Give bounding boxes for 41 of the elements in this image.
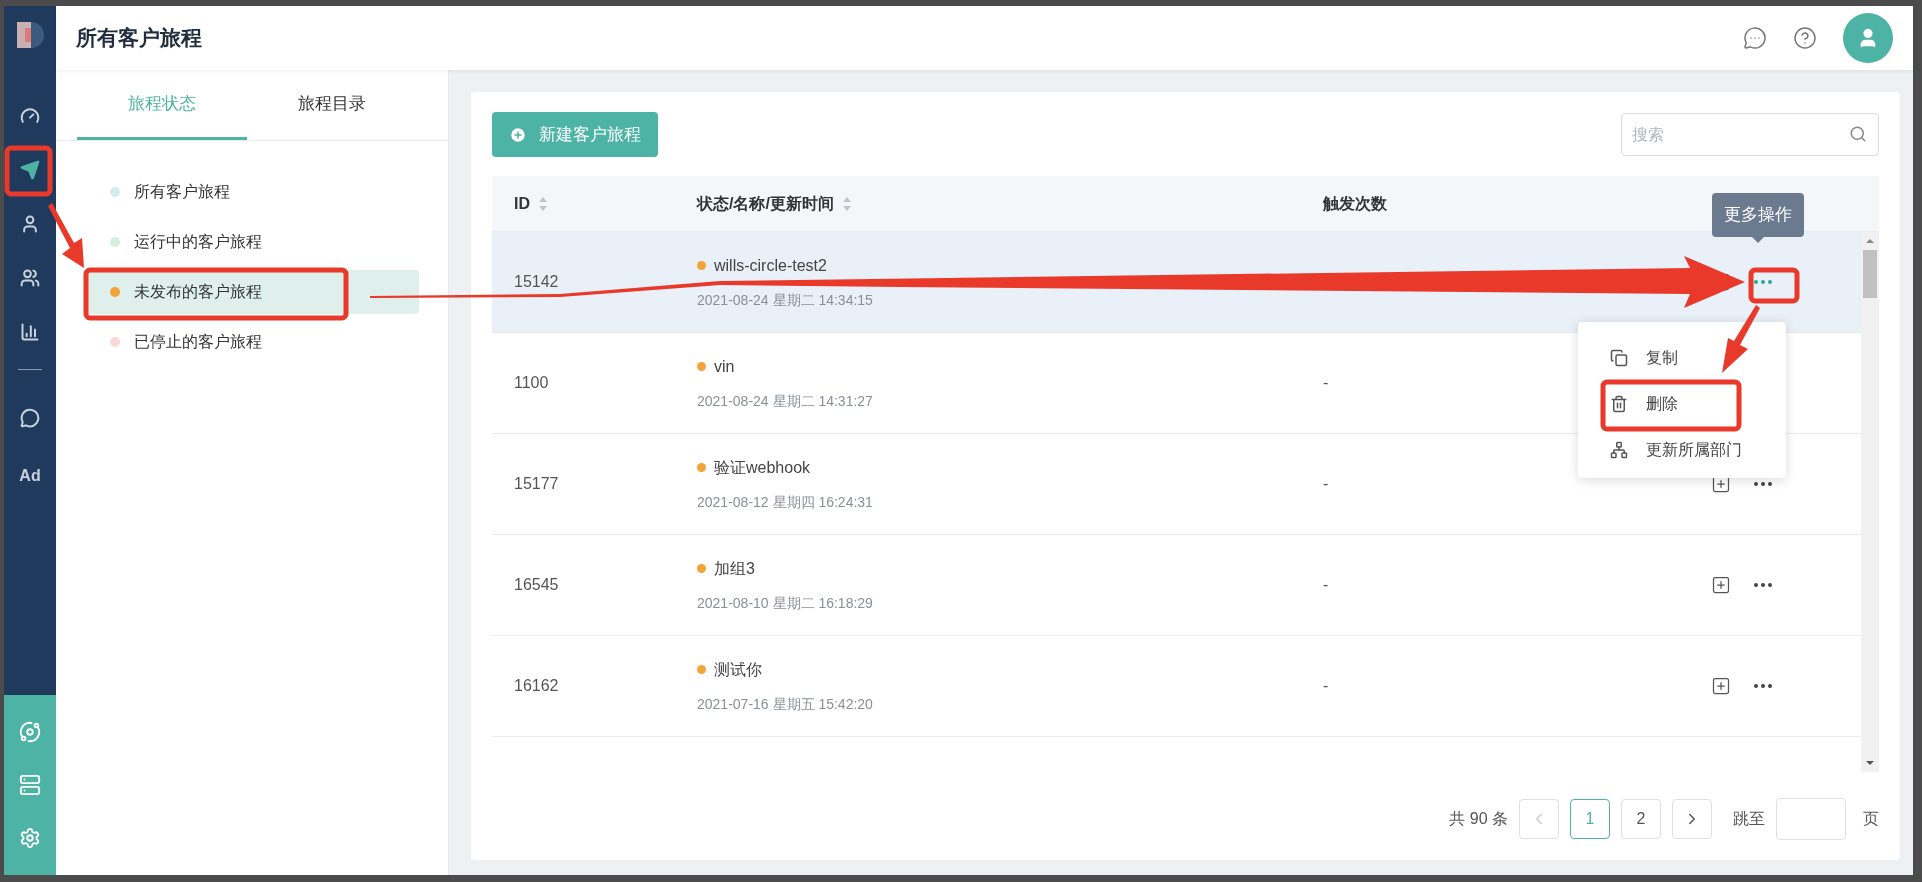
page-suffix: 页 <box>1863 809 1879 829</box>
tooltip: 更多操作 <box>1712 193 1804 237</box>
trigger-count: - <box>1323 374 1329 391</box>
id-cell-text: 15142 <box>513 272 560 292</box>
filter-label: 未发布的客户旅程 <box>134 282 262 302</box>
trigger-count: - <box>1323 677 1329 694</box>
updated-time: 2021-08-24 星期二 14:34:15 <box>697 290 874 310</box>
journey-name: wills-circle-test2 <box>714 255 827 276</box>
updated-time: 2021-07-16 星期五 15:42:20 <box>697 694 874 714</box>
jump-label: 跳至 <box>1733 809 1765 829</box>
total-count: 共 90 条 <box>1449 809 1508 829</box>
column-header: 触发次数 <box>1323 193 1387 214</box>
menu-item[interactable]: 复制 <box>1610 340 1678 376</box>
filter-item[interactable]: 已停止的客户旅程 <box>84 320 419 364</box>
id-cell-text: 15177 <box>513 474 560 494</box>
updated-time: 2021-08-10 星期二 16:18:29 <box>697 593 874 613</box>
nav-item[interactable]: Ad <box>12 458 48 494</box>
updated-time: 2021-08-12 星期四 16:24:31 <box>697 492 874 512</box>
trigger-count: - <box>1323 576 1329 593</box>
journey-name: 测试你 <box>714 659 762 680</box>
tab[interactable]: 旅程目录 <box>247 70 417 140</box>
filter-label: 所有客户旅程 <box>134 182 230 202</box>
id-cell-text: 16162 <box>513 676 560 696</box>
journey-name: 验证webhook <box>714 457 811 478</box>
journey-name: 加组3 <box>714 558 755 579</box>
column-header: 状态/名称/更新时间 <box>697 193 834 214</box>
filter-label: 已停止的客户旅程 <box>134 332 262 352</box>
id-cell-text: 16545 <box>513 575 560 595</box>
filter-label: 运行中的客户旅程 <box>134 232 262 252</box>
journey-name: vin <box>714 356 735 377</box>
menu-item[interactable]: 删除 <box>1610 386 1678 422</box>
filter-item[interactable]: 所有客户旅程 <box>84 170 419 214</box>
page-title: 所有客户旅程 <box>76 25 202 52</box>
trigger-count: - <box>1323 475 1329 492</box>
column-header: ID <box>514 193 530 214</box>
updated-time: 2021-08-24 星期二 14:31:27 <box>697 391 874 411</box>
search-field[interactable]: 搜索 <box>1621 113 1879 156</box>
menu-item[interactable]: 更新所属部门 <box>1610 432 1742 468</box>
filter-item[interactable]: 运行中的客户旅程 <box>84 220 419 264</box>
page-button[interactable]: 2 <box>1621 799 1661 839</box>
id-cell-text: 1100 <box>513 373 550 393</box>
